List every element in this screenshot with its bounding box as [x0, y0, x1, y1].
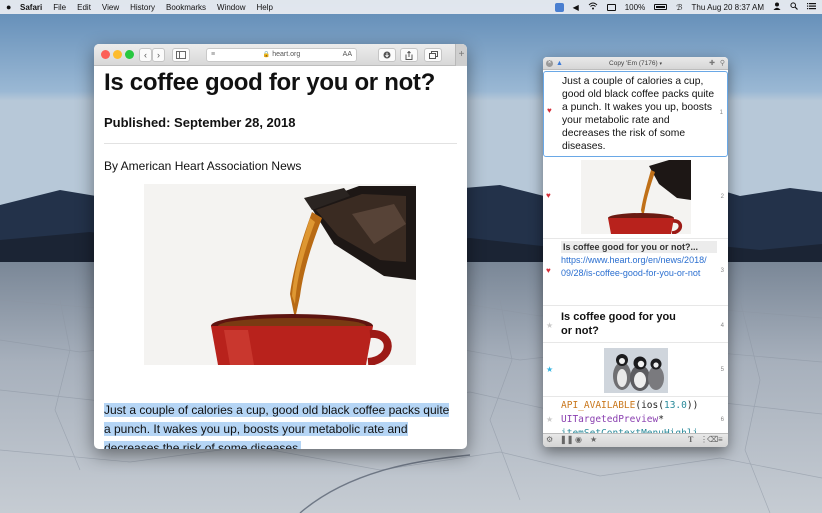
chevron-down-icon[interactable]: ▾: [659, 61, 662, 67]
clip-number: 3: [720, 268, 724, 274]
article-byline: By American Heart Association News: [104, 159, 302, 173]
code-number: 13.0: [663, 400, 687, 411]
display-mirror-icon[interactable]: [606, 3, 616, 11]
share-button[interactable]: [400, 48, 418, 62]
reader-view-icon[interactable]: ≡: [211, 49, 215, 61]
clip-item-2[interactable]: ♥ 2: [543, 158, 728, 239]
pause-icon[interactable]: ❚❚: [560, 435, 573, 444]
clip-link-title: Is coffee good for you or not?...: [561, 241, 717, 253]
clip-item-5[interactable]: ★ 5: [543, 344, 728, 397]
copyem-title: Copy 'Em (7176): [609, 60, 658, 67]
clip-item-4[interactable]: ★ Is coffee good for you or not? 4: [543, 307, 728, 343]
battery-percent[interactable]: 100%: [625, 3, 645, 12]
clip-item-3[interactable]: ♥ Is coffee good for you or not?... http…: [543, 240, 728, 306]
apple-menu-icon[interactable]: ●: [6, 2, 20, 12]
coffee-photo: [144, 184, 416, 365]
clip-number: 6: [720, 417, 724, 423]
camera-icon[interactable]: ◉: [575, 435, 582, 444]
article-title: Is coffee good for you or not?: [104, 69, 435, 96]
move-icon[interactable]: ✚: [709, 57, 715, 70]
pin-icon[interactable]: ▲: [556, 57, 563, 70]
clipboard-list: ♥ Just a couple of calories a cup, good …: [543, 70, 728, 433]
clip-text: Is coffee good for you or not?: [561, 311, 676, 337]
code-type: UITargetedPreview: [561, 414, 659, 425]
spotlight-icon[interactable]: [790, 2, 798, 12]
clip-number: 1: [719, 110, 723, 116]
safari-toolbar: ‹ › ≡ 🔒 heart.org AA +: [94, 44, 467, 66]
downloads-button[interactable]: [378, 48, 396, 62]
menu-bar: ● Safari File Edit View History Bookmark…: [0, 0, 822, 14]
menu-window[interactable]: Window: [217, 3, 245, 12]
tab-overview-button[interactable]: [424, 48, 442, 62]
star-add-icon[interactable]: ★: [590, 435, 597, 444]
clip-link-url[interactable]: https://www.heart.org/en/news/2018/09/28…: [561, 254, 711, 279]
article-body-selected: Just a couple of calories a cup, good ol…: [104, 401, 456, 449]
clip-number: 4: [720, 323, 724, 329]
address-bar[interactable]: ≡ 🔒 heart.org AA: [206, 48, 357, 62]
web-page: Is coffee good for you or not? Published…: [94, 66, 467, 449]
address-bar-url: heart.org: [272, 51, 301, 58]
user-icon[interactable]: [773, 2, 781, 12]
clock[interactable]: Thu Aug 20 8:37 AM: [692, 3, 765, 12]
copyem-bottom-toolbar: ⚙ ❚❚ ◉ ★ T ⋮ ⌫ ≡: [543, 433, 728, 447]
code-macro: API_AVAILABLE: [561, 400, 636, 411]
clip-item-6[interactable]: ★ API_AVAILABLE(ios(13.0)) UITargetedPre…: [543, 398, 728, 433]
gear-icon[interactable]: ⚙: [546, 435, 553, 444]
heart-icon: ♥: [547, 106, 552, 115]
menu-help[interactable]: Help: [256, 3, 272, 12]
star-icon: ★: [546, 321, 554, 330]
menu-bookmarks[interactable]: Bookmarks: [166, 3, 206, 12]
text-size-button[interactable]: AA: [343, 49, 352, 61]
trash-icon[interactable]: ⌫: [707, 435, 718, 444]
menu-view[interactable]: View: [102, 3, 119, 12]
forward-button[interactable]: ›: [152, 48, 165, 62]
notification-center-icon[interactable]: [807, 2, 816, 12]
star-icon: ★: [546, 365, 554, 374]
star-icon: ★: [546, 415, 554, 424]
clip-number: 5: [720, 367, 724, 373]
clip-number: 2: [720, 194, 724, 200]
clip-code: API_AVAILABLE(ios(13.0)) UITargetedPrevi…: [561, 399, 711, 433]
safari-window: ‹ › ≡ 🔒 heart.org AA + Is coffee good for…: [94, 44, 467, 449]
volume-icon[interactable]: ◀: [573, 3, 579, 12]
code-pointer: *: [658, 414, 664, 425]
menu-file[interactable]: File: [53, 3, 66, 12]
code-paren-close: )): [686, 400, 699, 411]
menu-history[interactable]: History: [130, 3, 155, 12]
text-format-icon[interactable]: T: [688, 435, 693, 444]
battery-icon[interactable]: [654, 4, 668, 10]
clip-image-coffee: [581, 160, 691, 235]
clip-text: Just a couple of calories a cup, good ol…: [562, 76, 715, 152]
clip-item-1[interactable]: ♥ Just a couple of calories a cup, good …: [543, 71, 728, 157]
list-icon[interactable]: ≡: [718, 435, 723, 444]
zoom-window-button[interactable]: [125, 50, 134, 59]
copyem-titlebar: × ▲ Copy 'Em (7176) ▾ ✚ ⚲: [543, 57, 728, 70]
lock-icon: 🔒: [262, 52, 271, 58]
selected-text[interactable]: Just a couple of calories a cup, good ol…: [104, 403, 450, 449]
copyem-menu-icon[interactable]: [554, 2, 564, 12]
divider: [104, 143, 457, 144]
close-window-button[interactable]: [101, 50, 110, 59]
heart-icon: ♥: [546, 191, 551, 200]
article-published-date: Published: September 28, 2018: [104, 115, 296, 130]
new-tab-button[interactable]: +: [455, 44, 467, 66]
sidebar-toggle-button[interactable]: [172, 48, 190, 62]
clip-image-penguins: [604, 348, 668, 393]
menu-app-safari[interactable]: Safari: [20, 3, 42, 12]
code-paren: (ios(: [635, 400, 664, 411]
bluetooth-icon[interactable]: ℬ: [676, 3, 682, 12]
search-icon[interactable]: ⚲: [720, 57, 725, 70]
heart-icon: ♥: [546, 266, 551, 275]
copyem-window: × ▲ Copy 'Em (7176) ▾ ✚ ⚲ ♥ Just a coupl…: [543, 57, 728, 447]
back-button[interactable]: ‹: [139, 48, 152, 62]
wifi-icon[interactable]: [588, 2, 598, 12]
close-icon[interactable]: ×: [546, 60, 553, 67]
menu-edit[interactable]: Edit: [77, 3, 91, 12]
minimize-window-button[interactable]: [113, 50, 122, 59]
